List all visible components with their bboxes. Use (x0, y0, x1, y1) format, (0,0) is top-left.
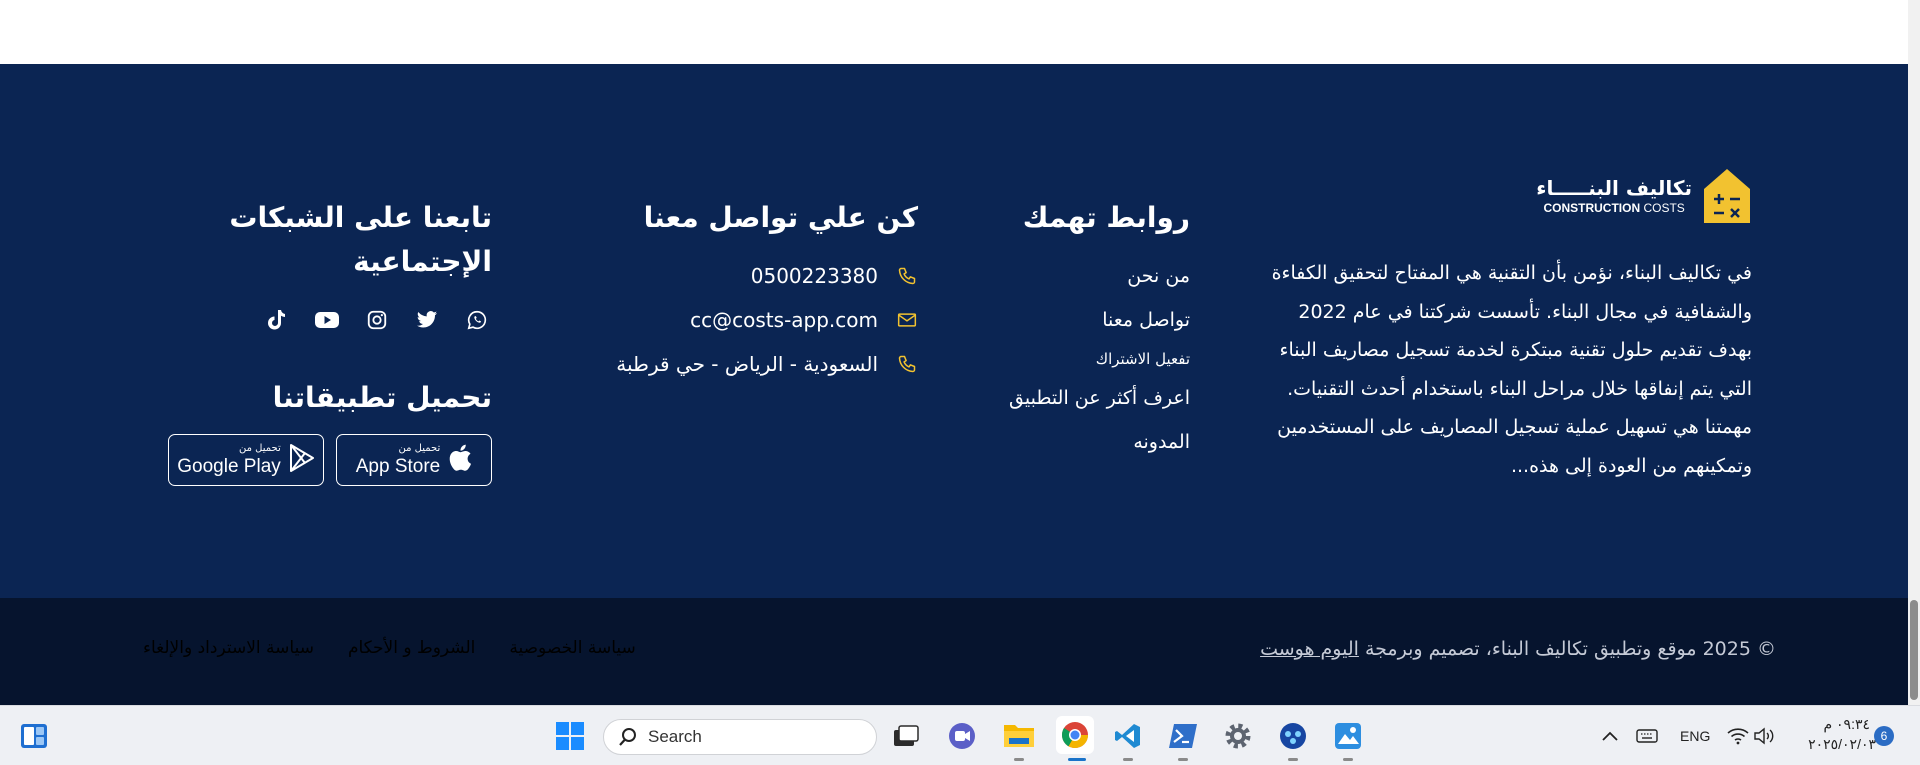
explorer-running-indicator (1014, 758, 1024, 761)
link-activate-subscription[interactable]: تفعيل الاشتراك (970, 342, 1190, 376)
wifi-icon[interactable] (1726, 724, 1750, 748)
link-about-us[interactable]: من نحن (970, 254, 1190, 298)
tiktok-icon[interactable] (262, 305, 292, 335)
scrollbar-thumb[interactable] (1910, 600, 1918, 700)
apple-icon (448, 444, 472, 476)
contact-phone-row[interactable]: 0500223380 (588, 254, 918, 298)
logo-wordmark: تكاليف البنـــــاء CONSTRUCTION COSTS (1536, 176, 1692, 216)
clock-date[interactable]: ٢٠٢٥/٠٢/٠٣ (1796, 736, 1876, 753)
settings-gear-icon[interactable] (1222, 720, 1254, 752)
logo-arabic-text: تكاليف البنـــــاء (1536, 176, 1692, 200)
contact-phone: 0500223380 (750, 264, 878, 288)
apps-title: تحميل تطبيقاتنا (272, 381, 492, 414)
developer-link[interactable]: اليوم هوست (1260, 638, 1359, 660)
volume-icon[interactable] (1752, 724, 1776, 748)
teams-chat-icon[interactable] (946, 720, 978, 752)
chrome-active-indicator (1068, 758, 1086, 761)
start-windows-icon[interactable] (554, 720, 586, 752)
photos-icon[interactable] (1332, 720, 1364, 752)
page-top-area (0, 0, 1908, 64)
widgets-icon[interactable] (18, 720, 50, 752)
privacy-policy-link[interactable]: سياسة الخصوصية (509, 638, 635, 658)
powershell-running-indicator (1178, 758, 1188, 761)
twitter-icon[interactable] (412, 305, 442, 335)
policy-links: سياسة الخصوصية الشروط و الأحكام سياسة ال… (143, 638, 636, 658)
language-indicator[interactable]: ENG (1680, 728, 1710, 744)
taskbar-search-box[interactable]: Search (603, 719, 877, 755)
app-store-small: تحميل من (398, 443, 441, 454)
powershell-icon[interactable] (1167, 720, 1199, 752)
contact-title: كن علي تواصل معنا (643, 201, 918, 234)
instagram-icon[interactable] (362, 305, 392, 335)
vscode-running-indicator (1123, 758, 1133, 761)
refund-policy-link[interactable]: سياسة الاسترداد والإلغاء (143, 638, 314, 658)
footer-social: تابعنا على الشبكات الإجتماعية تحميل تطبي… (92, 196, 492, 486)
google-play-texts: تحميل من Google Play (177, 443, 281, 477)
logo-en-bold: CONSTRUCTION (1543, 201, 1641, 215)
google-play-label: Google Play (177, 456, 281, 477)
logo-house-icon (1702, 167, 1752, 225)
social-icons (92, 298, 492, 342)
contact-email: cc@costs-app.com (690, 308, 878, 332)
search-icon (619, 728, 636, 746)
youtube-icon[interactable] (312, 305, 342, 335)
logo-english-text: CONSTRUCTION COSTS (1536, 200, 1692, 216)
vscode-icon[interactable] (1112, 720, 1144, 752)
file-explorer-icon[interactable] (1002, 718, 1036, 752)
whatsapp-icon[interactable] (462, 305, 492, 335)
keyboard-icon[interactable] (1634, 724, 1660, 748)
contact-email-row[interactable]: cc@costs-app.com (588, 298, 918, 342)
copyright-prefix: © 2025 موقع وتطبيق تكاليف البناء، تصميم … (1364, 638, 1776, 660)
links-title: روابط تهمك (1022, 201, 1190, 234)
google-play-button[interactable]: تحميل من Google Play (168, 434, 324, 486)
social-title: تابعنا على الشبكات الإجتماعية (229, 201, 492, 278)
phone-icon (896, 353, 918, 375)
contact-address-row: السعودية - الرياض - حي قرطبة (588, 342, 918, 386)
app-store-button[interactable]: تحميل من App Store (336, 434, 492, 486)
clock-time[interactable]: ٠٩:٣٤ م (1800, 716, 1870, 733)
google-play-small: تحميل من (239, 443, 281, 454)
phone-icon (896, 265, 918, 287)
link-learn-more-app[interactable]: اعرف أكثر عن التطبيق (970, 376, 1190, 420)
google-play-icon (289, 444, 315, 476)
logo-en-light: COSTS (1643, 201, 1685, 215)
site-footer: تكاليف البنـــــاء CONSTRUCTION COSTS في… (0, 64, 1908, 598)
about-paragraph: في تكاليف البناء، نؤمن بأن التقنية هي ال… (1271, 262, 1752, 477)
page-scrollbar[interactable] (1908, 0, 1920, 705)
search-placeholder: Search (648, 727, 702, 746)
footer-links: روابط تهمك من نحن تواصل معنا تفعيل الاشت… (970, 196, 1190, 464)
copyright-text: © 2025 موقع وتطبيق تكاليف البناء، تصميم … (1260, 638, 1776, 660)
photos-running-indicator (1343, 758, 1353, 761)
site-logo[interactable]: تكاليف البنـــــاء CONSTRUCTION COSTS (1192, 164, 1752, 228)
chrome-icon[interactable] (1056, 716, 1094, 754)
task-view-icon[interactable] (890, 720, 922, 752)
windows-taskbar: Search ENG ٠٩:٣٤ م ٢٠٢٥/٠٢/٠٣ 6 (0, 705, 1920, 765)
app-blue-icon[interactable] (1277, 720, 1309, 752)
envelope-icon (896, 309, 918, 331)
footer-about: تكاليف البنـــــاء CONSTRUCTION COSTS في… (1192, 164, 1752, 485)
app-store-buttons: تحميل من App Store تحميل من Google Play (92, 434, 492, 486)
footer-contact: كن علي تواصل معنا 0500223380 cc@costs-ap… (588, 196, 918, 386)
contact-address: السعودية - الرياض - حي قرطبة (616, 352, 878, 376)
notification-badge[interactable]: 6 (1874, 726, 1894, 746)
app-store-texts: تحميل من App Store (355, 443, 441, 477)
link-contact-us[interactable]: تواصل معنا (970, 298, 1190, 342)
link-blog[interactable]: المدونه (970, 420, 1190, 464)
chevron-up-icon[interactable] (1598, 724, 1622, 748)
terms-link[interactable]: الشروط و الأحكام (348, 638, 475, 658)
app-running-indicator (1288, 758, 1298, 761)
app-store-label: App Store (355, 456, 441, 477)
